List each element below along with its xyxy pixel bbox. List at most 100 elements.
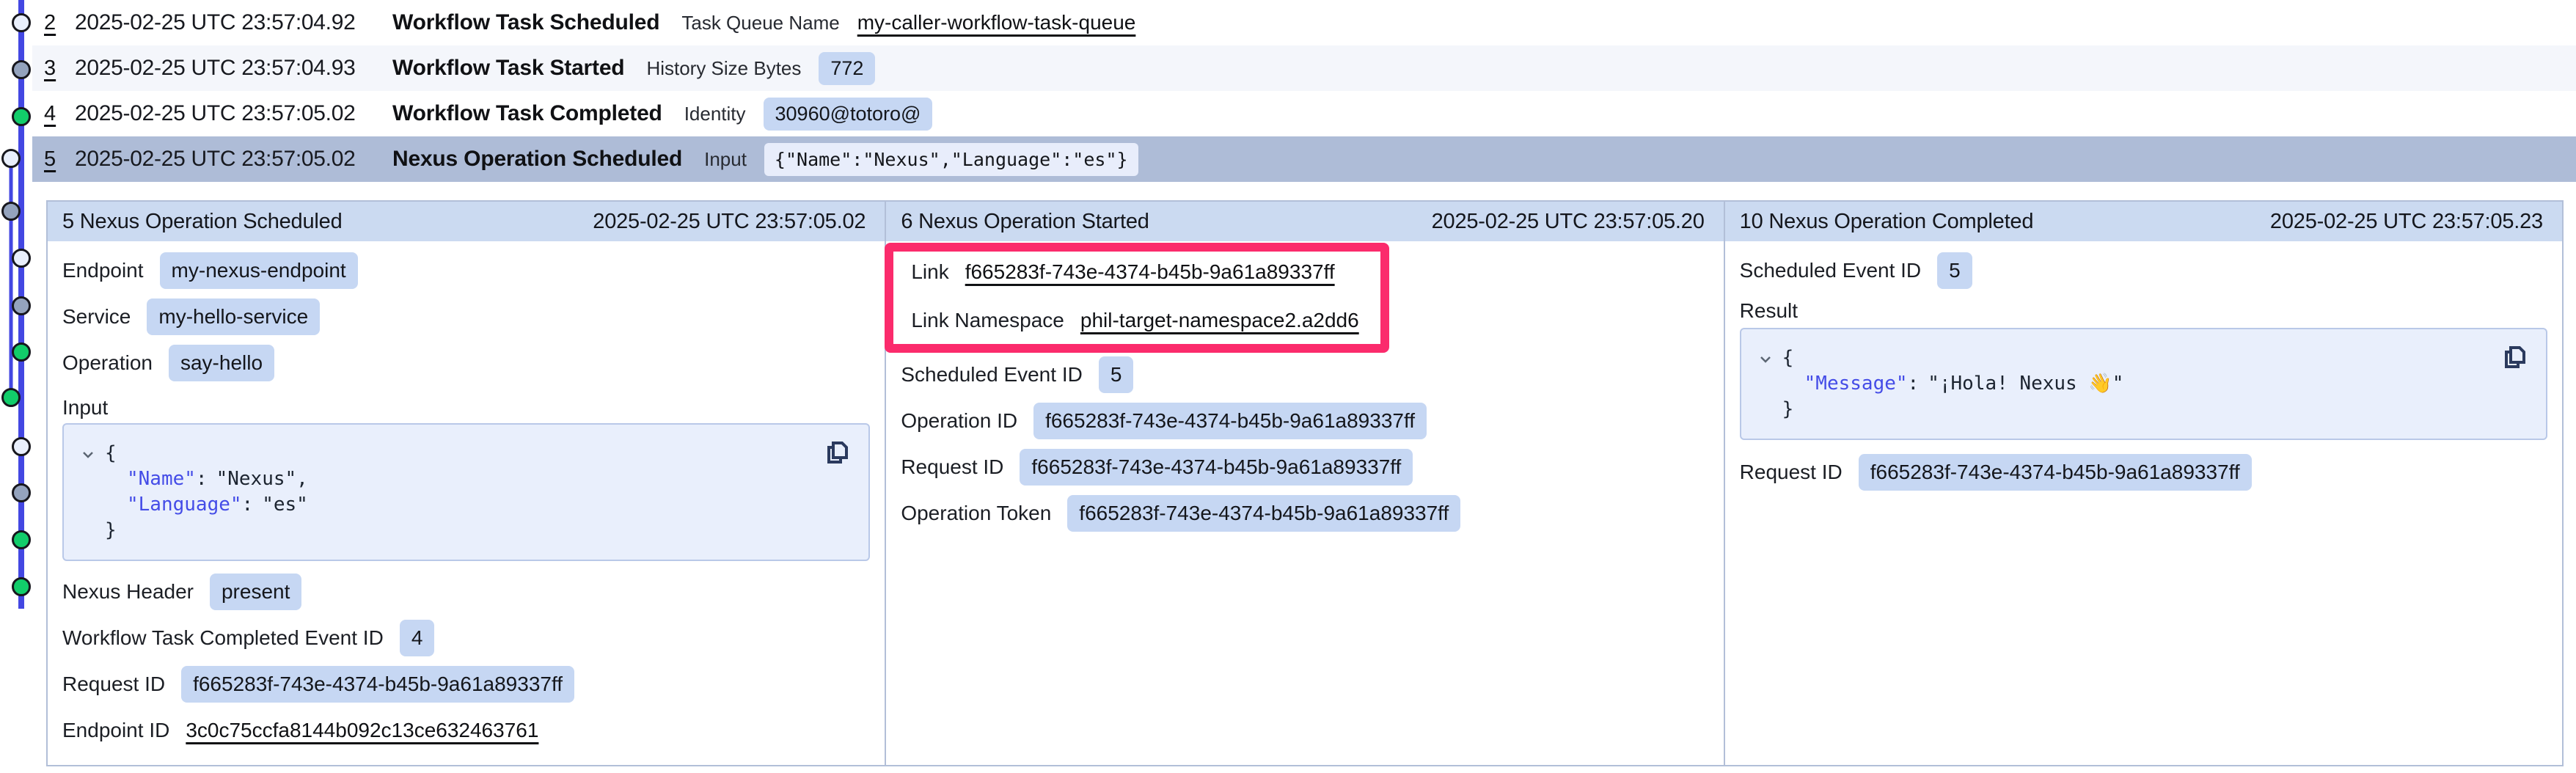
field-operation-id: Operation ID f665283f-743e-4374-b45b-9a6… — [901, 405, 1708, 437]
json-key: "Name" — [127, 468, 196, 490]
event-row-4[interactable]: 4 2025-02-25 UTC 23:57:05.02 Workflow Ta… — [32, 91, 2576, 136]
timeline-node-pending[interactable] — [3, 150, 20, 167]
event-time: 2025-02-25 UTC 23:57:05.02 — [75, 101, 392, 126]
copy-icon[interactable] — [2500, 344, 2528, 372]
event-row-3[interactable]: 3 2025-02-25 UTC 23:57:04.93 Workflow Ta… — [32, 45, 2576, 91]
event-id-link[interactable]: 3 — [44, 56, 75, 81]
timeline-node-completed[interactable] — [13, 109, 30, 125]
panel-title: 5 Nexus Operation Scheduled — [62, 210, 343, 234]
event-id-link[interactable]: 4 — [44, 102, 75, 126]
field-value-badge: my-nexus-endpoint — [160, 252, 358, 289]
event-id-link[interactable]: 2 — [44, 11, 75, 35]
event-row-5-selected[interactable]: 5 2025-02-25 UTC 23:57:05.02 Nexus Opera… — [32, 136, 2576, 182]
link-value-link[interactable]: f665283f-743e-4374-b45b-9a61a89337ff — [965, 260, 1335, 284]
json-key: "Message" — [1804, 373, 1908, 395]
input-section-label: Input — [62, 397, 870, 419]
field-label: Workflow Task Completed Event ID — [62, 626, 384, 650]
endpoint-id-link[interactable]: 3c0c75ccfa8144b092c13ce632463761 — [186, 719, 538, 742]
json-line: } — [1759, 397, 2525, 422]
json-brace: { — [105, 442, 117, 464]
field-value-badge: f665283f-743e-4374-b45b-9a61a89337ff — [181, 666, 574, 703]
panel-title: 6 Nexus Operation Started — [901, 210, 1149, 234]
workflow-event-history-view: 2 2025-02-25 UTC 23:57:04.92 Workflow Ta… — [0, 0, 2576, 773]
field-value-badge: my-hello-service — [147, 298, 320, 335]
field-link: Link f665283f-743e-4374-b45b-9a61a89337f… — [911, 257, 1380, 287]
panel-title: 10 Nexus Operation Completed — [1740, 210, 2034, 234]
panel-body: Scheduled Event ID 5 Result { "Message":… — [1725, 241, 2562, 765]
event-name: Nexus Operation Scheduled — [392, 147, 682, 172]
json-value: "es" — [262, 494, 308, 516]
field-operation: Operation say-hello — [62, 347, 870, 379]
field-label: Request ID — [62, 673, 165, 696]
event-attr-label: Identity — [684, 103, 746, 125]
collapse-chevron-icon[interactable] — [1759, 345, 1782, 371]
timeline-node-pending[interactable] — [13, 250, 30, 267]
event-attr-badge: 772 — [819, 52, 875, 85]
field-nexus-header: Nexus Header present — [62, 576, 870, 608]
field-label: Operation — [62, 351, 153, 375]
field-link-namespace: Link Namespace phil-target-namespace2.a2… — [911, 306, 1380, 335]
field-label: Endpoint — [62, 259, 144, 282]
field-value-badge: f665283f-743e-4374-b45b-9a61a89337ff — [1020, 449, 1413, 486]
panel-header: 5 Nexus Operation Scheduled 2025-02-25 U… — [48, 202, 885, 241]
json-brace: } — [1782, 398, 1794, 420]
json-line: } — [81, 518, 848, 543]
event-name: Workflow Task Scheduled — [392, 10, 659, 35]
panel-body: Link f665283f-743e-4374-b45b-9a61a89337f… — [886, 241, 1723, 765]
field-label: Request ID — [1740, 461, 1843, 484]
json-line: "Name": "Nexus", — [81, 466, 848, 492]
timeline-node-completed[interactable] — [3, 389, 20, 406]
timeline-node-completed[interactable] — [13, 579, 30, 596]
event-input-badge: {"Name":"Nexus","Language":"es"} — [764, 143, 1138, 176]
event-rows: 2 2025-02-25 UTC 23:57:04.92 Workflow Ta… — [32, 0, 2576, 182]
json-brace: { — [1782, 347, 1794, 369]
field-value-badge: f665283f-743e-4374-b45b-9a61a89337ff — [1067, 495, 1460, 532]
event-attr-label: Input — [704, 148, 747, 171]
input-json-viewer: { "Name":"Nexus", "Language":"es" } — [62, 423, 870, 561]
event-name: Workflow Task Completed — [392, 101, 662, 126]
field-label: Request ID — [901, 455, 1003, 479]
timeline-node-completed[interactable] — [13, 532, 30, 549]
panel-body: Endpoint my-nexus-endpoint Service my-he… — [48, 241, 885, 765]
json-value: "¡Hola! Nexus 👋" — [1928, 373, 2123, 395]
link-namespace-link[interactable]: phil-target-namespace2.a2dd6 — [1080, 309, 1359, 332]
panel-timestamp: 2025-02-25 UTC 23:57:05.02 — [593, 210, 866, 234]
json-colon: : — [196, 468, 208, 490]
event-row-2[interactable]: 2 2025-02-25 UTC 23:57:04.92 Workflow Ta… — [32, 0, 2576, 45]
field-request-id: Request ID f665283f-743e-4374-b45b-9a61a… — [1740, 456, 2547, 488]
json-brace: } — [105, 519, 117, 541]
field-workflow-task-completed-event-id: Workflow Task Completed Event ID 4 — [62, 622, 870, 654]
json-line: { — [81, 441, 848, 466]
field-value-badge: 5 — [1099, 356, 1134, 393]
result-section-label: Result — [1740, 300, 2547, 322]
timeline-node-pending[interactable] — [13, 439, 30, 455]
task-queue-link[interactable]: my-caller-workflow-task-queue — [857, 11, 1136, 34]
timeline-node-seen[interactable] — [13, 62, 30, 78]
field-label: Operation ID — [901, 409, 1017, 433]
field-scheduled-event-id: Scheduled Event ID 5 — [1740, 254, 2547, 287]
event-attr-label: Task Queue Name — [681, 12, 839, 34]
event-name: Workflow Task Started — [392, 56, 624, 81]
timeline-node-seen[interactable] — [13, 298, 30, 315]
collapse-chevron-icon[interactable] — [81, 441, 105, 466]
field-label: Scheduled Event ID — [1740, 259, 1922, 282]
copy-icon[interactable] — [823, 439, 851, 467]
json-value: "Nexus", — [216, 468, 308, 490]
event-detail-panels: 5 Nexus Operation Scheduled 2025-02-25 U… — [46, 200, 2564, 766]
field-endpoint: Endpoint my-nexus-endpoint — [62, 254, 870, 287]
field-label: Operation Token — [901, 502, 1051, 525]
timeline-node-pending[interactable] — [13, 15, 30, 32]
field-service: Service my-hello-service — [62, 301, 870, 333]
event-id-link[interactable]: 5 — [44, 147, 75, 172]
timeline-node-seen[interactable] — [13, 485, 30, 502]
json-line: { — [1759, 345, 2525, 371]
timeline-node-seen[interactable] — [3, 203, 20, 220]
timeline-node-completed[interactable] — [13, 344, 30, 361]
json-colon: : — [242, 494, 254, 516]
json-line: "Message":"¡Hola! Nexus 👋" — [1759, 371, 2525, 397]
field-label: Nexus Header — [62, 580, 194, 604]
panel-nexus-operation-started: 6 Nexus Operation Started 2025-02-25 UTC… — [885, 202, 1723, 765]
field-scheduled-event-id: Scheduled Event ID 5 — [901, 359, 1708, 391]
result-json-viewer: { "Message":"¡Hola! Nexus 👋" } — [1740, 328, 2547, 440]
field-label: Endpoint ID — [62, 719, 169, 742]
